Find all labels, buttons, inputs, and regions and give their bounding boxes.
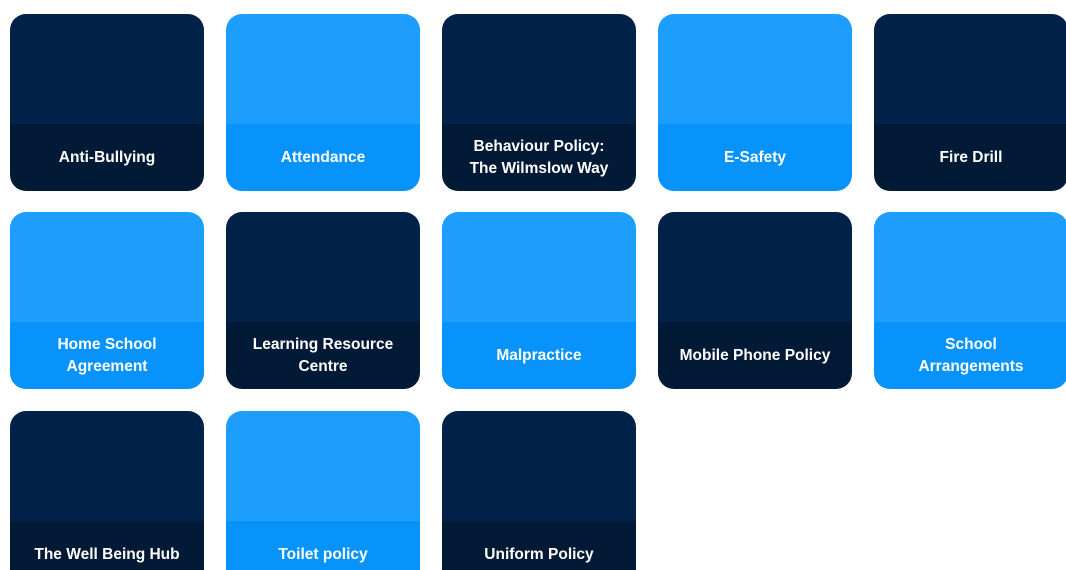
tile-label: Attendance (226, 124, 420, 191)
tile-image-area (10, 212, 204, 322)
tile-image-area (226, 411, 420, 521)
tile-label: Behaviour Policy: The Wilmslow Way (442, 124, 636, 191)
tile-image-area (10, 14, 204, 124)
tile-image-area (10, 411, 204, 521)
tile-image-area (658, 14, 852, 124)
tile-label: Anti-Bullying (10, 124, 204, 191)
tile-behaviour-policy[interactable]: Behaviour Policy: The Wilmslow Way (442, 14, 636, 191)
tile-malpractice[interactable]: Malpractice (442, 212, 636, 389)
tile-school-arrangements[interactable]: School Arrangements (874, 212, 1066, 389)
tile-attendance[interactable]: Attendance (226, 14, 420, 191)
tile-image-area (658, 212, 852, 322)
tile-toilet-policy[interactable]: Toilet policy (226, 411, 420, 570)
tile-label: Learning Resource Centre (226, 322, 420, 389)
tile-image-area (442, 14, 636, 124)
tile-label: The Well Being Hub (10, 521, 204, 570)
tile-label: Mobile Phone Policy (658, 322, 852, 389)
tile-image-area (442, 411, 636, 521)
tile-label: Toilet policy (226, 521, 420, 570)
tile-fire-drill[interactable]: Fire Drill (874, 14, 1066, 191)
tile-label: Fire Drill (874, 124, 1066, 191)
tile-home-school-agreement[interactable]: Home School Agreement (10, 212, 204, 389)
tile-uniform-policy[interactable]: Uniform Policy (442, 411, 636, 570)
tile-image-area (874, 212, 1066, 322)
tile-image-area (226, 14, 420, 124)
tile-label: School Arrangements (874, 322, 1066, 389)
tile-learning-resource-centre[interactable]: Learning Resource Centre (226, 212, 420, 389)
tile-label: E-Safety (658, 124, 852, 191)
tile-label: Uniform Policy (442, 521, 636, 570)
tile-label: Malpractice (442, 322, 636, 389)
tile-e-safety[interactable]: E-Safety (658, 14, 852, 191)
policy-tile-grid: Anti-Bullying Attendance Behaviour Polic… (0, 0, 1066, 570)
tile-image-area (226, 212, 420, 322)
tile-well-being-hub[interactable]: The Well Being Hub (10, 411, 204, 570)
tile-image-area (874, 14, 1066, 124)
tile-image-area (442, 212, 636, 322)
tile-label: Home School Agreement (10, 322, 204, 389)
tile-mobile-phone-policy[interactable]: Mobile Phone Policy (658, 212, 852, 389)
tile-anti-bullying[interactable]: Anti-Bullying (10, 14, 204, 191)
